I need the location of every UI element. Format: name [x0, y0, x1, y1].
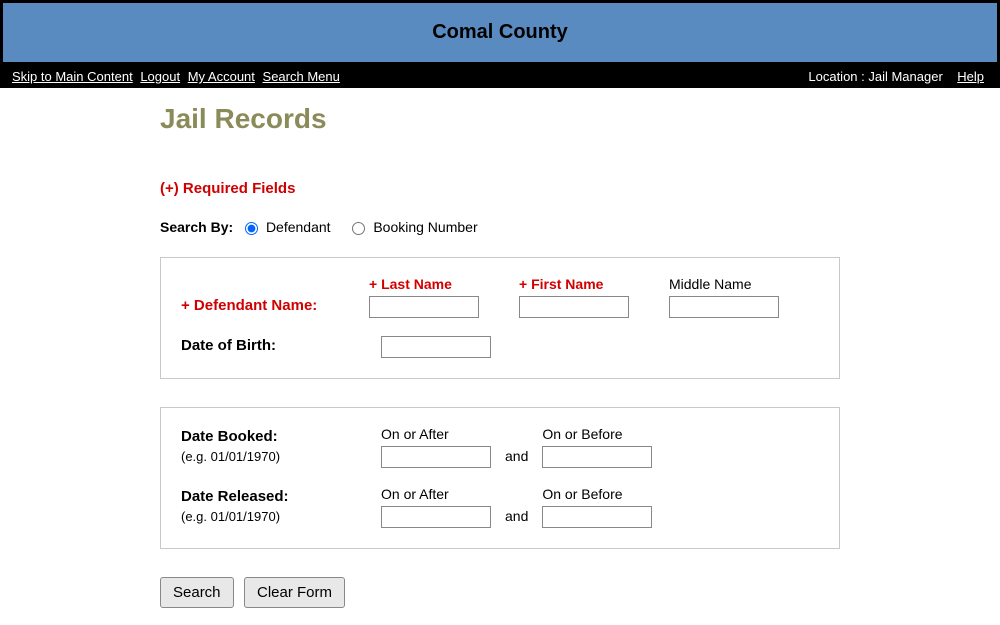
middle-name-label: Middle Name: [669, 276, 779, 292]
booked-before-col: On or Before: [542, 426, 652, 468]
search-button[interactable]: Search: [160, 577, 234, 608]
first-name-label: + First Name: [519, 276, 629, 292]
booked-before-label: On or Before: [542, 426, 652, 442]
buttons-row: Search Clear Form: [160, 577, 840, 608]
nav-left: Skip to Main Content Logout My Account S…: [12, 69, 344, 84]
released-before-col: On or Before: [542, 486, 652, 528]
radio-defendant[interactable]: [245, 222, 258, 235]
released-after-label: On or After: [381, 486, 491, 502]
help-link[interactable]: Help: [957, 69, 984, 84]
radio-booking-number[interactable]: [352, 222, 365, 235]
nav-right: Location : Jail Manager Help: [808, 69, 988, 84]
my-account-link[interactable]: My Account: [188, 69, 255, 84]
radio-defendant-label[interactable]: Defendant: [266, 219, 331, 235]
middle-name-col: Middle Name: [669, 276, 779, 318]
dob-input[interactable]: [381, 336, 491, 358]
defendant-name-row: + Defendant Name: + Last Name + First Na…: [181, 276, 819, 318]
date-released-row: Date Released: (e.g. 01/01/1970) On or A…: [181, 486, 819, 528]
main-content: Jail Records (+) Required Fields Search …: [0, 88, 1000, 608]
booked-after-label: On or After: [381, 426, 491, 442]
search-menu-link[interactable]: Search Menu: [263, 69, 340, 84]
header-banner: Comal County: [0, 0, 1000, 65]
released-after-col: On or After: [381, 486, 491, 528]
logout-link[interactable]: Logout: [140, 69, 180, 84]
dob-label: Date of Birth:: [181, 337, 381, 358]
and-separator: and: [505, 448, 542, 468]
first-name-input[interactable]: [519, 296, 629, 318]
released-before-label: On or Before: [542, 486, 652, 502]
nav-bar: Skip to Main Content Logout My Account S…: [0, 65, 1000, 88]
header-title: Comal County: [432, 21, 568, 43]
middle-name-input[interactable]: [669, 296, 779, 318]
released-after-input[interactable]: [381, 506, 491, 528]
released-before-input[interactable]: [542, 506, 652, 528]
page-title: Jail Records: [160, 103, 840, 135]
required-fields-note: (+) Required Fields: [160, 180, 840, 197]
booked-after-col: On or After: [381, 426, 491, 468]
radio-booking-label[interactable]: Booking Number: [373, 219, 477, 235]
last-name-col: + Last Name: [369, 276, 479, 318]
skip-link[interactable]: Skip to Main Content: [12, 69, 133, 84]
date-released-label: Date Released: (e.g. 01/01/1970): [181, 488, 381, 528]
date-released-hint: (e.g. 01/01/1970): [181, 509, 381, 524]
date-booked-hint: (e.g. 01/01/1970): [181, 449, 381, 464]
search-by-label: Search By:: [160, 219, 233, 235]
last-name-input[interactable]: [369, 296, 479, 318]
defendant-name-label: + Defendant Name:: [181, 297, 369, 318]
and-separator: and: [505, 508, 542, 528]
dob-row: Date of Birth:: [181, 336, 819, 358]
date-booked-label: Date Booked: (e.g. 01/01/1970): [181, 428, 381, 468]
last-name-label: + Last Name: [369, 276, 479, 292]
location-label: Location : Jail Manager: [808, 69, 942, 84]
defendant-form-box: + Defendant Name: + Last Name + First Na…: [160, 257, 840, 379]
first-name-col: + First Name: [519, 276, 629, 318]
date-form-box: Date Booked: (e.g. 01/01/1970) On or Aft…: [160, 407, 840, 549]
booked-after-input[interactable]: [381, 446, 491, 468]
date-released-text: Date Released:: [181, 488, 289, 505]
search-by-row: Search By: Defendant Booking Number: [160, 219, 840, 235]
date-booked-text: Date Booked:: [181, 428, 278, 445]
date-booked-row: Date Booked: (e.g. 01/01/1970) On or Aft…: [181, 426, 819, 468]
booked-before-input[interactable]: [542, 446, 652, 468]
clear-form-button[interactable]: Clear Form: [244, 577, 345, 608]
dob-col: [381, 336, 491, 358]
